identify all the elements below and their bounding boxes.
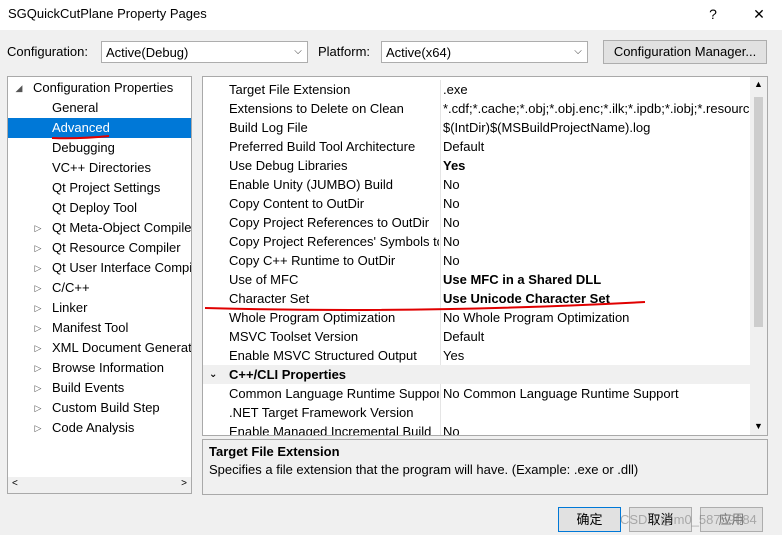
underline-advanced [51,135,110,140]
underline-character-set [204,301,646,311]
red-annotations [51,135,646,311]
